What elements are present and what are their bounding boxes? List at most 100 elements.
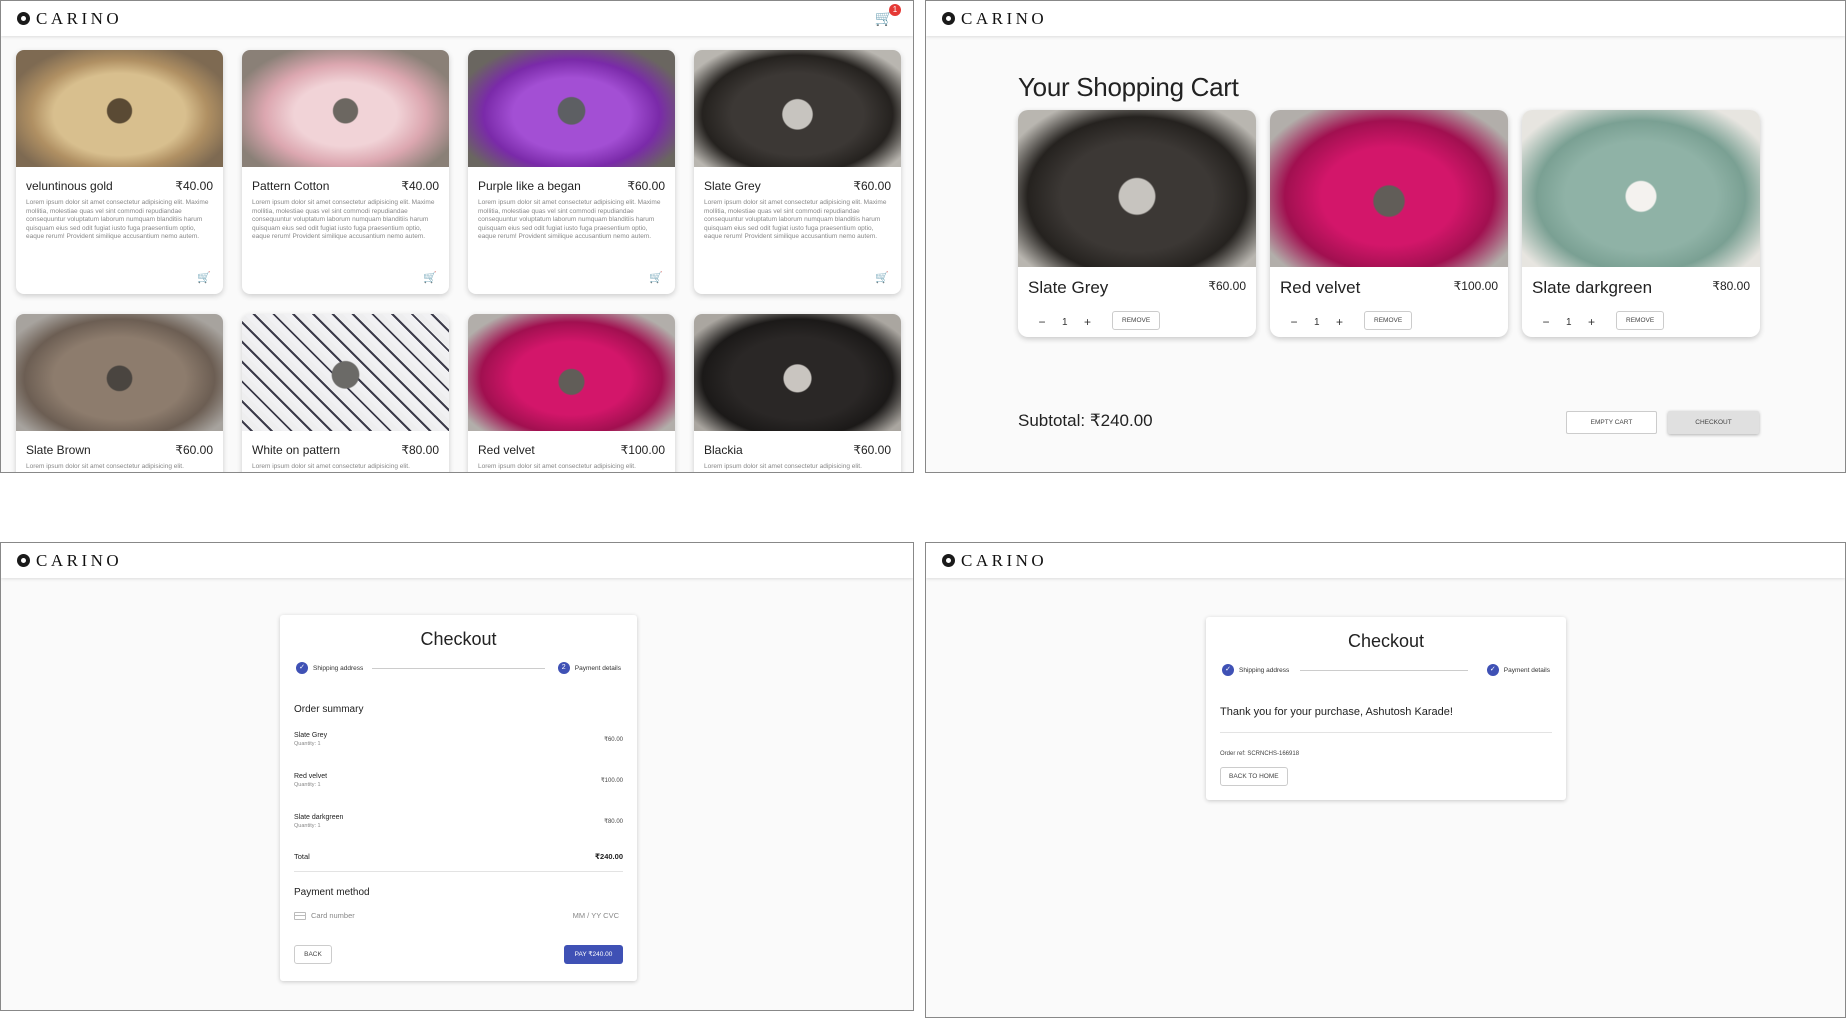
product-description: Lorem ipsum dolor sit amet consectetur a… — [478, 463, 636, 470]
product-price: ₹40.00 — [401, 179, 439, 193]
cart-count-badge: 1 — [889, 4, 901, 16]
cart-items: Slate Grey ₹60.00 − 1 + REMOVE Red velve… — [1018, 110, 1760, 337]
cart-item-image — [1522, 110, 1760, 267]
empty-cart-button[interactable]: EMPTY CART — [1566, 411, 1657, 434]
step-label: Shipping address — [313, 664, 364, 672]
summary-item-price: ₹60.00 — [604, 737, 623, 743]
product-card[interactable]: Pattern Cotton ₹40.00 Lorem ipsum dolor s… — [242, 50, 449, 294]
product-card[interactable]: veluntinous gold ₹40.00 Lorem ipsum dolor… — [16, 50, 223, 294]
subtotal: Subtotal: ₹240.00 — [1018, 411, 1153, 430]
logo[interactable]: CARINO — [17, 9, 122, 29]
credit-card-icon — [294, 911, 306, 920]
quantity-value: 1 — [1062, 316, 1068, 328]
app-bar: CARINO — [1, 543, 913, 578]
logo-icon — [17, 554, 30, 567]
product-card[interactable]: Purple like a began ₹60.00 Lorem ipsum do… — [468, 50, 675, 294]
product-image — [694, 314, 901, 431]
step-connector — [1300, 670, 1468, 671]
product-card[interactable]: Slate Brown ₹60.00 Lorem ipsum dolor sit … — [16, 314, 223, 472]
app-bar: CARINO 🛒 1 — [1, 1, 913, 36]
cart-item-image — [1270, 110, 1508, 267]
total-label: Total — [294, 852, 310, 861]
logo[interactable]: CARINO — [942, 9, 1047, 29]
plus-icon[interactable]: + — [1082, 315, 1094, 329]
step-shipping: ✓ Shipping address — [1222, 664, 1289, 676]
cart-screen: CARINO Your Shopping Cart Slate Grey ₹60… — [925, 0, 1846, 473]
logo[interactable]: CARINO — [17, 551, 122, 571]
summary-item-name: Red velvet — [294, 773, 328, 780]
summary-item: Slate Grey Quantity: 1 ₹60.00 — [294, 732, 623, 747]
minus-icon[interactable]: − — [1036, 315, 1048, 329]
add-to-cart-icon[interactable]: 🛒 — [197, 271, 211, 284]
remove-button[interactable]: REMOVE — [1364, 311, 1413, 330]
logo[interactable]: CARINO — [942, 551, 1047, 571]
summary-item-name: Slate darkgreen — [294, 814, 344, 821]
product-price: ₹60.00 — [853, 179, 891, 193]
step-payment: ✓ Payment details — [1486, 664, 1550, 676]
cart-item: Slate Grey ₹60.00 − 1 + REMOVE — [1018, 110, 1256, 337]
product-card[interactable]: Red velvet ₹100.00 Lorem ipsum dolor sit … — [468, 314, 675, 472]
step-shipping: ✓ Shipping address — [296, 662, 363, 674]
plus-icon[interactable]: + — [1586, 315, 1598, 329]
product-description: Lorem ipsum dolor sit amet consectetur a… — [26, 199, 209, 241]
stepper: ✓ Shipping address 2 Payment details — [296, 662, 621, 682]
summary-item-price: ₹80.00 — [604, 819, 623, 825]
product-price: ₹100.00 — [620, 443, 665, 457]
remove-button[interactable]: REMOVE — [1112, 311, 1161, 330]
plus-icon[interactable]: + — [1334, 315, 1346, 329]
minus-icon[interactable]: − — [1540, 315, 1552, 329]
back-button[interactable]: BACK — [294, 945, 332, 964]
order-reference: Order ref: SCRNCHS-166918 — [1220, 751, 1300, 757]
quantity-stepper: − 1 + — [1036, 315, 1094, 329]
product-price: ₹60.00 — [627, 179, 665, 193]
product-card[interactable]: White on pattern ₹80.00 Lorem ipsum dolor… — [242, 314, 449, 472]
total-value: ₹240.00 — [594, 852, 623, 861]
summary-item-qty: Quantity: 1 — [294, 782, 321, 788]
back-to-home-button[interactable]: BACK TO HOME — [1220, 767, 1288, 786]
product-image — [16, 314, 223, 431]
product-image — [242, 50, 449, 167]
logo-text: CARINO — [961, 8, 1048, 28]
check-icon: ✓ — [1486, 664, 1499, 676]
quantity-stepper: − 1 + — [1288, 315, 1346, 329]
app-bar: CARINO — [926, 1, 1845, 36]
product-image — [242, 314, 449, 431]
product-name: White on pattern — [252, 443, 341, 457]
product-image — [468, 314, 675, 431]
checkout-title: Checkout — [420, 629, 497, 649]
checkout-button[interactable]: CHECKOUT — [1668, 411, 1759, 434]
product-description: Lorem ipsum dolor sit amet consectetur a… — [26, 463, 184, 470]
cart-item-price: ₹60.00 — [1208, 279, 1246, 293]
product-card[interactable]: Blackia ₹60.00 Lorem ipsum dolor sit amet… — [694, 314, 901, 472]
logo-text: CARINO — [961, 550, 1048, 570]
cart-item-name: Red velvet — [1280, 278, 1361, 297]
divider — [1220, 732, 1552, 733]
logo-icon — [17, 12, 30, 25]
summary-item: Red velvet Quantity: 1 ₹100.00 — [294, 773, 623, 788]
remove-button[interactable]: REMOVE — [1616, 311, 1665, 330]
product-description: Lorem ipsum dolor sit amet consectetur a… — [478, 199, 661, 241]
card-number-field[interactable]: Card number MM / YY CVC — [294, 911, 619, 920]
product-name: Pattern Cotton — [252, 179, 330, 193]
cart-item: Slate darkgreen ₹80.00 − 1 + REMOVE — [1522, 110, 1760, 337]
product-name: Red velvet — [478, 443, 535, 457]
cart-item-image — [1018, 110, 1256, 267]
card-number-placeholder: Card number — [311, 911, 355, 920]
product-card[interactable]: Slate Grey ₹60.00 Lorem ipsum dolor sit a… — [694, 50, 901, 294]
thank-you-message: Thank you for your purchase, Ashutosh Ka… — [1220, 706, 1453, 718]
add-to-cart-icon[interactable]: 🛒 — [875, 271, 889, 284]
summary-item: Slate darkgreen Quantity: 1 ₹80.00 — [294, 814, 623, 829]
product-name: Blackia — [704, 443, 743, 457]
products-screen: CARINO 🛒 1 veluntinous gold ₹40.00 Lorem … — [0, 0, 914, 473]
cart-button[interactable]: 🛒 1 — [873, 4, 901, 29]
product-name: Slate Brown — [26, 443, 91, 457]
summary-item-price: ₹100.00 — [600, 778, 623, 784]
logo-text: CARINO — [36, 550, 123, 570]
minus-icon[interactable]: − — [1288, 315, 1300, 329]
add-to-cart-icon[interactable]: 🛒 — [423, 271, 437, 284]
add-to-cart-icon[interactable]: 🛒 — [649, 271, 663, 284]
product-price: ₹80.00 — [401, 443, 439, 457]
page-title: Your Shopping Cart — [1018, 72, 1239, 102]
cart-item: Red velvet ₹100.00 − 1 + REMOVE — [1270, 110, 1508, 337]
pay-button[interactable]: PAY ₹240.00 — [564, 945, 623, 964]
